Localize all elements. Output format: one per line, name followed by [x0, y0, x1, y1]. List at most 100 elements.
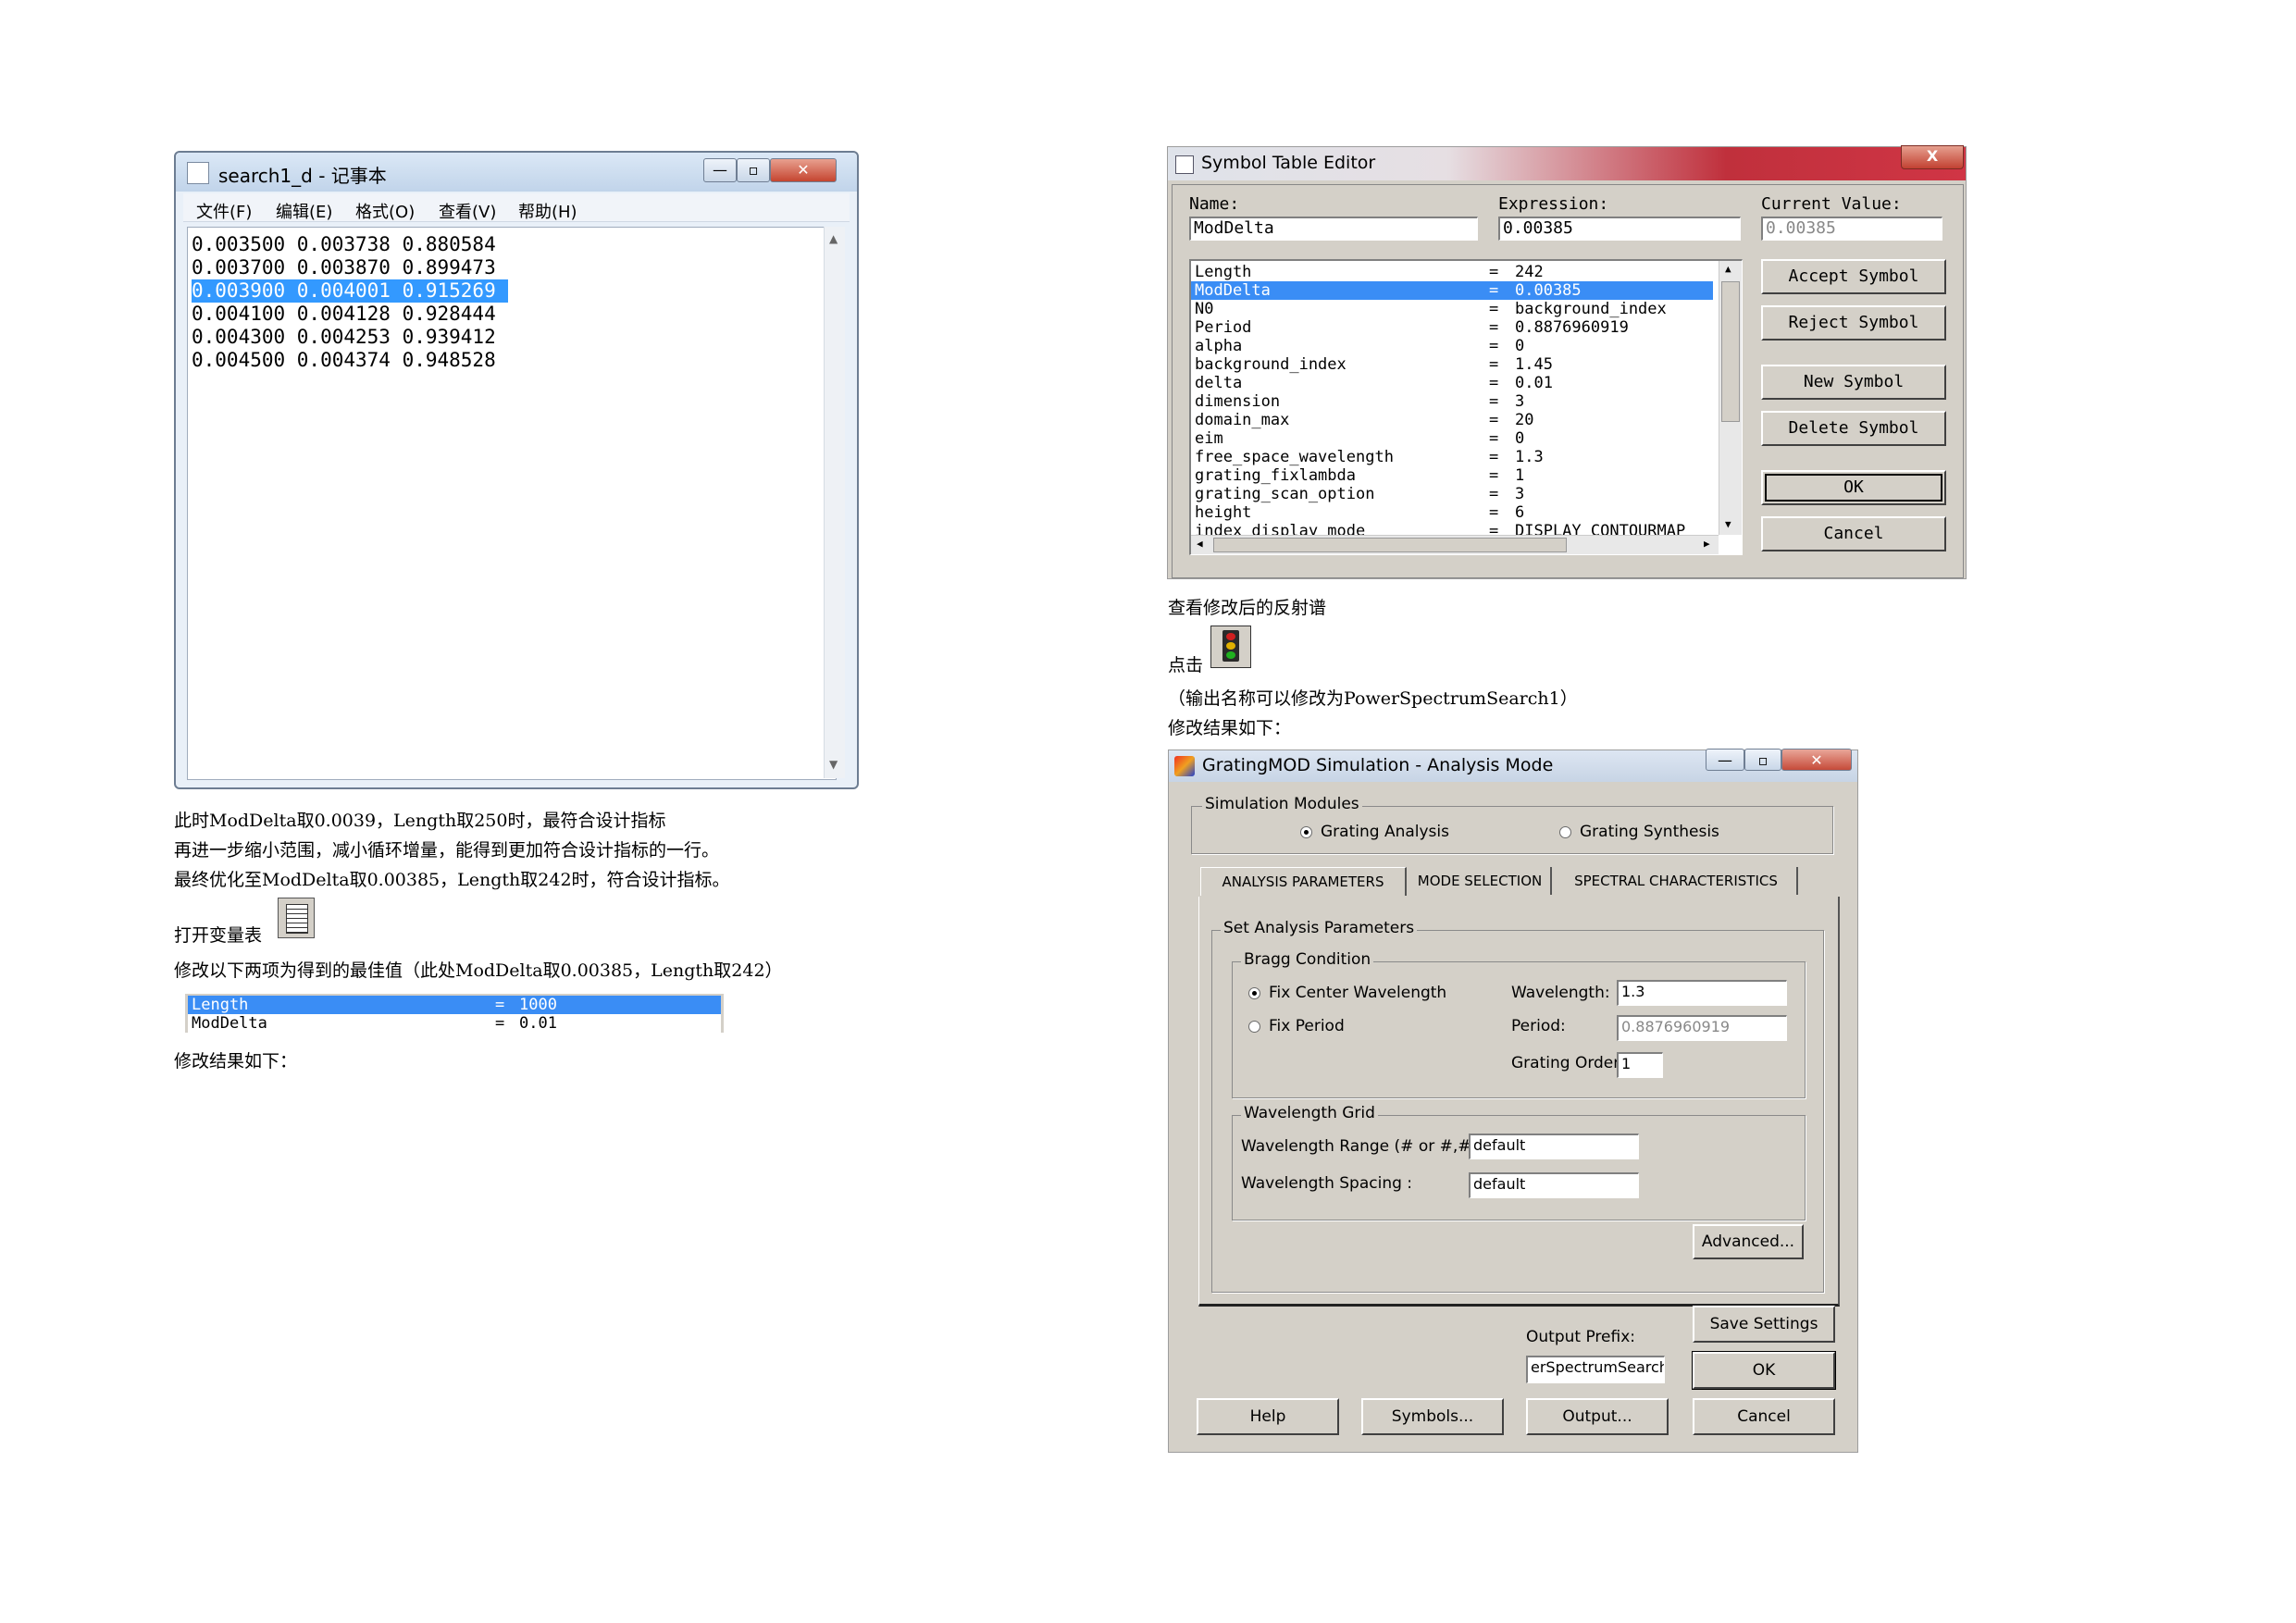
- symbol-value: 242: [1515, 263, 1544, 281]
- scroll-up-icon[interactable]: ▲: [1725, 263, 1731, 275]
- notepad-titlebar[interactable]: search1_d - 记事本 — ▫ ✕: [176, 153, 857, 192]
- maximize-button[interactable]: ▫: [737, 158, 770, 182]
- symbol-name: Length: [1195, 263, 1252, 281]
- symbol-name: dimension: [1195, 392, 1281, 411]
- scroll-down-icon[interactable]: ▼: [1725, 518, 1731, 530]
- new-symbol-button[interactable]: New Symbol: [1761, 365, 1946, 400]
- symbol-row[interactable]: dimension = 3: [1191, 392, 1713, 411]
- symbol-row[interactable]: N0 = background_index: [1191, 300, 1713, 318]
- help-button[interactable]: Help: [1197, 1398, 1339, 1435]
- wavelength-range-input[interactable]: default: [1469, 1134, 1639, 1159]
- gm-minimize-button[interactable]: —: [1706, 749, 1744, 771]
- symbol-row[interactable]: alpha = 0: [1191, 337, 1713, 355]
- symbol-row[interactable]: grating_scan_option = 3: [1191, 485, 1713, 503]
- scroll-left-icon[interactable]: ◀: [1197, 538, 1203, 550]
- menu-edit[interactable]: 编辑(E): [276, 199, 332, 223]
- minimize-button[interactable]: —: [703, 158, 737, 182]
- gm-ok-button[interactable]: OK: [1692, 1351, 1836, 1390]
- symbol-eq: =: [1489, 392, 1499, 411]
- period-label: Period:: [1511, 1017, 1566, 1035]
- notepad-window: search1_d - 记事本 — ▫ ✕ 文件(F) 编辑(E) 格式(O) …: [174, 151, 859, 789]
- symbol-snippet: Length = 1000 ModDelta = 0.01: [185, 994, 724, 1033]
- symbol-row[interactable]: eim = 0: [1191, 429, 1713, 448]
- symbol-row[interactable]: background_index = 1.45: [1191, 355, 1713, 374]
- ste-close-button[interactable]: X: [1901, 145, 1964, 169]
- menu-help[interactable]: 帮助(H): [518, 199, 577, 223]
- symbol-eq: =: [1489, 281, 1499, 300]
- symbol-value: 0: [1515, 337, 1525, 355]
- note-line: 再进一步缩小范围，减小循环增量，能得到更加符合设计指标的一行。: [174, 840, 720, 861]
- symbol-row[interactable]: Period = 0.8876960919: [1191, 318, 1713, 337]
- snippet-row: ModDelta = 0.01: [188, 1014, 721, 1033]
- ok-button[interactable]: OK: [1761, 470, 1946, 505]
- symbols-button[interactable]: Symbols...: [1361, 1398, 1504, 1435]
- expression-input[interactable]: 0.00385: [1498, 217, 1741, 241]
- list-hscrollbar[interactable]: ◀ ▶: [1191, 535, 1719, 554]
- vertical-scrollbar[interactable]: ▲ ▼: [824, 227, 845, 778]
- notepad-text-area[interactable]: 0.003500 0.003738 0.880584 0.003700 0.00…: [187, 227, 837, 780]
- reject-symbol-button[interactable]: Reject Symbol: [1761, 305, 1946, 341]
- tab-mode-selection[interactable]: MODE SELECTION: [1409, 867, 1552, 895]
- symbol-value: 3: [1515, 485, 1525, 503]
- wavelength-input[interactable]: 1.3: [1617, 980, 1787, 1006]
- menu-file[interactable]: 文件(F): [196, 199, 252, 223]
- snippet-eq: =: [495, 996, 505, 1014]
- gm-maximize-button[interactable]: ▫: [1744, 749, 1781, 771]
- run-simulation-icon[interactable]: [1210, 626, 1251, 668]
- symbol-name: background_index: [1195, 355, 1347, 374]
- text-line-selected: 0.003900 0.004001 0.915269: [192, 279, 508, 303]
- scroll-right-icon[interactable]: ▶: [1704, 538, 1710, 550]
- gm-cancel-button[interactable]: Cancel: [1693, 1398, 1835, 1435]
- symbol-list[interactable]: Length = 242 ModDelta = 0.00385 N0 = background_…: [1189, 259, 1743, 555]
- symbol-eq: =: [1489, 318, 1499, 337]
- symbol-eq: =: [1489, 374, 1499, 392]
- notepad-title: search1_d - 记事本: [218, 165, 387, 187]
- note-line: 修改结果如下：: [1168, 718, 1292, 738]
- scroll-up-icon[interactable]: ▲: [829, 232, 838, 245]
- symbol-row[interactable]: height = 6: [1191, 503, 1713, 522]
- accept-symbol-button[interactable]: Accept Symbol: [1761, 259, 1946, 294]
- delete-symbol-button[interactable]: Delete Symbol: [1761, 411, 1946, 446]
- note-line: （输出名称可以修改为PowerSpectrumSearch1）: [1168, 688, 1578, 709]
- symbol-row-selected[interactable]: ModDelta = 0.00385: [1191, 281, 1713, 300]
- list-vscrollbar[interactable]: ▲ ▼: [1719, 261, 1742, 535]
- symbol-table-icon[interactable]: [278, 898, 315, 938]
- symbol-row[interactable]: grating_fixlambda = 1: [1191, 466, 1713, 485]
- menu-format[interactable]: 格式(O): [355, 199, 415, 223]
- symbol-eq: =: [1489, 263, 1499, 281]
- wavelength-spacing-input[interactable]: default: [1469, 1172, 1639, 1198]
- hscroll-thumb[interactable]: [1213, 538, 1567, 552]
- gm-app-icon: [1174, 756, 1195, 776]
- symbol-row[interactable]: free_space_wavelength = 1.3: [1191, 448, 1713, 466]
- symbol-row[interactable]: delta = 0.01: [1191, 374, 1713, 392]
- close-button[interactable]: ✕: [770, 158, 837, 182]
- radio-grating-synthesis[interactable]: [1559, 826, 1571, 838]
- symbol-name: grating_fixlambda: [1195, 466, 1356, 485]
- radio-fix-center[interactable]: [1248, 987, 1260, 999]
- symbol-value: 0.01: [1515, 374, 1553, 392]
- cancel-button[interactable]: Cancel: [1761, 516, 1946, 551]
- output-prefix-input[interactable]: erSpectrumSearch1: [1526, 1356, 1665, 1383]
- grating-order-input[interactable]: 1: [1617, 1052, 1663, 1078]
- menu-view[interactable]: 查看(V): [439, 199, 496, 223]
- save-settings-button[interactable]: Save Settings: [1693, 1306, 1835, 1343]
- symbol-name: alpha: [1195, 337, 1243, 355]
- scroll-down-icon[interactable]: ▼: [829, 758, 838, 771]
- symbol-row[interactable]: domain_max = 20: [1191, 411, 1713, 429]
- output-button[interactable]: Output...: [1526, 1398, 1669, 1435]
- scroll-thumb[interactable]: [1721, 281, 1740, 422]
- radio-grating-analysis[interactable]: [1300, 826, 1312, 838]
- tab-analysis-parameters[interactable]: ANALYSIS PARAMETERS: [1200, 867, 1407, 896]
- gm-titlebar[interactable]: GratingMOD Simulation - Analysis Mode — …: [1169, 749, 1857, 782]
- symbol-row[interactable]: Length = 242: [1191, 263, 1713, 281]
- name-input[interactable]: ModDelta: [1189, 217, 1478, 241]
- radio-fix-period[interactable]: [1248, 1021, 1260, 1033]
- tab-spectral-characteristics[interactable]: SPECTRAL CHARACTERISTICS: [1556, 867, 1798, 895]
- symbol-value: 20: [1515, 411, 1534, 429]
- snippet-row-selected: Length = 1000: [188, 996, 721, 1014]
- note-line: 点击: [1168, 655, 1204, 675]
- ste-titlebar[interactable]: Symbol Table Editor X: [1168, 145, 1966, 180]
- symbol-name: eim: [1195, 429, 1223, 448]
- advanced-button[interactable]: Advanced...: [1693, 1224, 1804, 1259]
- gm-close-button[interactable]: ✕: [1781, 749, 1852, 771]
